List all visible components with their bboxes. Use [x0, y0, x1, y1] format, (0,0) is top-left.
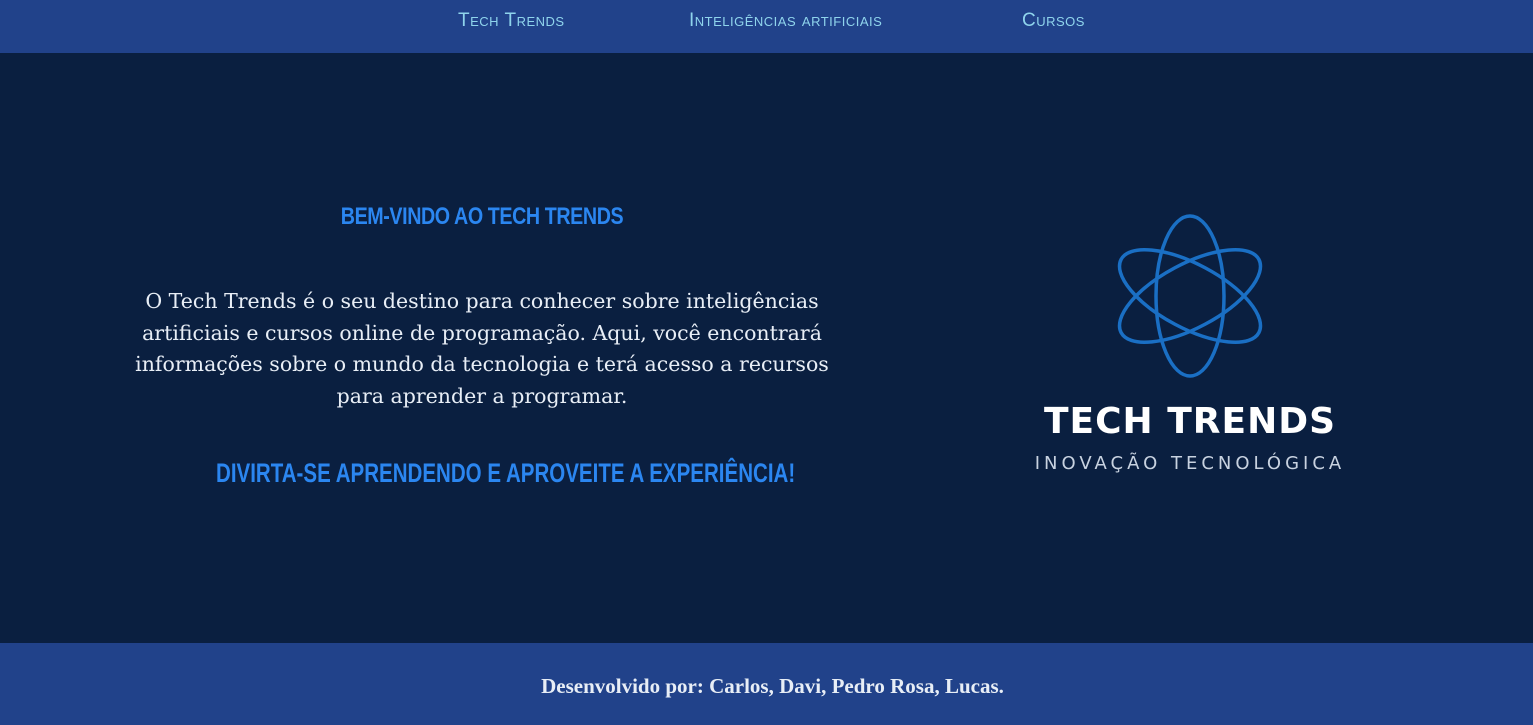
hero-section: Bem-vindo ao Tech Trends O Tech Trends é… — [0, 53, 1533, 643]
top-navigation-bar: Tech Trends Inteligências artificiais Cu… — [0, 0, 1533, 53]
nav-link-tech-trends[interactable]: Tech Trends — [458, 10, 565, 32]
cta-heading: Divirta-se aprendendo e aproveite a expe… — [216, 458, 796, 488]
intro-paragraph: O Tech Trends é o seu destino para conhe… — [135, 289, 829, 408]
footer-credits: Desenvolvido por: Carlos, Davi, Pedro Ro… — [541, 674, 1004, 698]
logo-subtitle: Inovação Tecnológica — [1034, 453, 1346, 474]
nav-link-cursos[interactable]: Cursos — [1022, 10, 1085, 32]
welcome-heading: Bem-vindo ao Tech Trends — [340, 203, 624, 230]
logo-title: TECH TRENDS — [1043, 401, 1337, 442]
footer: Desenvolvido por: Carlos, Davi, Pedro Ro… — [0, 643, 1533, 725]
tech-trends-logo: TECH TRENDS Inovação Tecnológica — [1000, 203, 1380, 493]
nav-link-inteligencias-artificiais[interactable]: Inteligências artificiais — [689, 10, 882, 32]
atom-icon — [1117, 214, 1263, 378]
